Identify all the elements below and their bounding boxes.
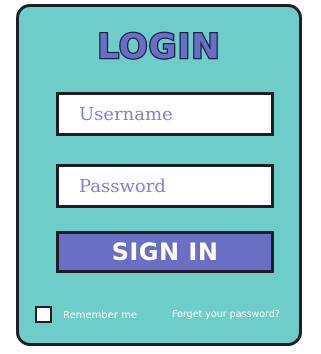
forgot-password-link[interactable]: Forget your password? [172, 308, 280, 322]
login-card: LOGIN SIGN IN Remember me Forget your pa… [16, 4, 302, 346]
password-input[interactable] [56, 164, 274, 208]
login-title: LOGIN [96, 26, 221, 69]
remember-me-label: Remember me [63, 310, 137, 321]
username-input[interactable] [56, 92, 274, 136]
remember-me-checkbox[interactable] [35, 306, 52, 323]
sign-in-button[interactable]: SIGN IN [56, 231, 274, 273]
